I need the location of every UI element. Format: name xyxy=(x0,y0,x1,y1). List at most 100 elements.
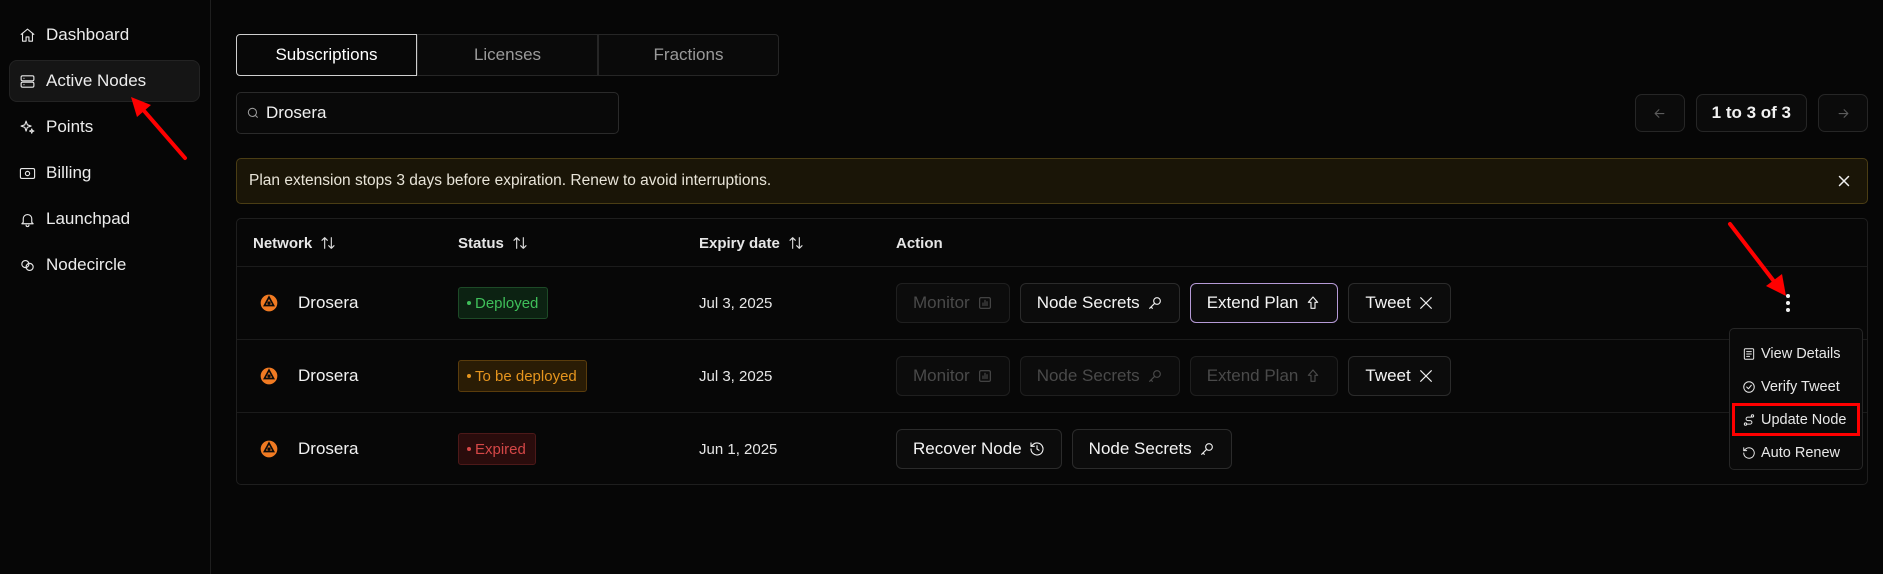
row-options-menu: View Details Verify Tweet Update Node Au… xyxy=(1729,328,1863,470)
column-header-network[interactable]: Network xyxy=(253,219,336,267)
network-cell: Drosera xyxy=(259,267,358,339)
search-icon xyxy=(247,107,259,119)
drosera-logo-icon xyxy=(260,294,278,312)
expiry-date: Jul 3, 2025 xyxy=(699,367,773,385)
key-icon xyxy=(1148,297,1161,309)
table-row: Drosera To be deployed Jul 3, 2025 Monit… xyxy=(237,340,1867,413)
network-cell: Drosera xyxy=(259,340,358,412)
menu-item-label: Update Node xyxy=(1761,411,1847,428)
table-row: Drosera Expired Jun 1, 2025 Recover Node… xyxy=(237,413,1867,486)
status-cell: Expired xyxy=(458,413,536,485)
arrow-up-icon xyxy=(1308,369,1319,382)
next-page-button[interactable] xyxy=(1818,94,1868,132)
network-name: Drosera xyxy=(298,366,359,385)
node-secrets-button[interactable]: Node Secrets xyxy=(1071,429,1232,469)
sort-icon xyxy=(789,237,803,249)
menu-item-label: Auto Renew xyxy=(1761,444,1840,461)
table-row: Drosera Deployed Jul 3, 2025 Monitor Nod… xyxy=(237,267,1867,340)
banknote-icon xyxy=(18,164,36,182)
chart-icon xyxy=(978,297,991,309)
bell-icon xyxy=(18,210,36,228)
action-cell: Recover Node Node Secrets xyxy=(896,413,1242,485)
sidebar-item-dashboard[interactable]: Dashboard xyxy=(9,14,200,56)
column-header-status[interactable]: Status xyxy=(458,219,528,267)
status-cell: To be deployed xyxy=(458,340,587,412)
status-badge: Expired xyxy=(458,433,536,465)
network-name: Drosera xyxy=(298,439,359,458)
row-options-button[interactable] xyxy=(1777,291,1799,315)
menu-item-auto-renew[interactable]: Auto Renew xyxy=(1730,436,1862,469)
alert-text: Plan extension stops 3 days before expir… xyxy=(249,172,772,189)
sidebar-item-label: Points xyxy=(46,117,94,136)
check-circle-icon xyxy=(1743,380,1755,393)
menu-item-view-details[interactable]: View Details xyxy=(1730,337,1862,370)
drosera-logo-icon xyxy=(260,440,278,458)
alert-close-button[interactable] xyxy=(1835,172,1853,190)
tweet-button[interactable]: Tweet xyxy=(1348,356,1451,396)
pagination-summary: 1 to 3 of 3 xyxy=(1695,94,1807,132)
tweet-button[interactable]: Tweet xyxy=(1348,283,1451,323)
menu-item-update-node[interactable]: Update Node xyxy=(1732,403,1860,436)
x-logo-icon xyxy=(1419,297,1432,309)
table-header: Network Status Expiry date Action xyxy=(237,219,1867,267)
extend-plan-button[interactable]: Extend Plan xyxy=(1189,356,1339,396)
sidebar-item-label: Nodecircle xyxy=(46,255,127,274)
menu-item-verify-tweet[interactable]: Verify Tweet xyxy=(1730,370,1862,403)
sidebar-item-nodecircle[interactable]: Nodecircle xyxy=(9,244,200,286)
action-cell: Monitor Node Secrets Extend Plan Tweet xyxy=(896,340,1461,412)
sidebar-item-label: Launchpad xyxy=(46,209,131,228)
prev-page-button[interactable] xyxy=(1634,94,1685,132)
action-cell: Monitor Node Secrets Extend Plan Tweet xyxy=(896,267,1461,339)
history-icon xyxy=(1030,442,1044,456)
column-header-label: Status xyxy=(458,234,504,252)
chart-icon xyxy=(978,370,991,382)
status-badge: To be deployed xyxy=(458,360,587,392)
key-icon xyxy=(1148,370,1161,382)
node-secrets-button[interactable]: Node Secrets xyxy=(1019,283,1180,323)
monitor-button[interactable]: Monitor xyxy=(896,283,1010,323)
search-box xyxy=(236,92,619,134)
close-icon xyxy=(1838,175,1850,187)
tab-bar: Subscriptions Licenses Fractions xyxy=(236,34,779,76)
rotate-ccw-icon xyxy=(1743,446,1755,459)
drosera-logo-icon xyxy=(260,367,278,385)
expiry-date: Jun 1, 2025 xyxy=(699,440,778,458)
network-cell: Drosera xyxy=(259,413,358,485)
expiry-cell: Jul 3, 2025 xyxy=(699,340,772,412)
server-icon xyxy=(18,72,36,90)
arrow-right-icon xyxy=(1838,108,1848,118)
plan-extension-alert: Plan extension stops 3 days before expir… xyxy=(236,158,1868,204)
sidebar: Dashboard Active Nodes Points Billing La… xyxy=(0,0,211,574)
tab-fractions[interactable]: Fractions xyxy=(598,34,779,76)
node-secrets-button[interactable]: Node Secrets xyxy=(1019,356,1180,396)
x-logo-icon xyxy=(1419,370,1432,382)
monitor-button[interactable]: Monitor xyxy=(896,356,1010,396)
route-icon xyxy=(1743,413,1755,426)
tab-subscriptions[interactable]: Subscriptions xyxy=(236,34,417,76)
sidebar-item-billing[interactable]: Billing xyxy=(9,152,200,194)
expiry-cell: Jul 3, 2025 xyxy=(699,267,772,339)
column-header-expiry[interactable]: Expiry date xyxy=(699,219,804,267)
sidebar-item-active-nodes[interactable]: Active Nodes xyxy=(9,60,200,102)
sidebar-item-label: Billing xyxy=(46,163,92,182)
tab-licenses[interactable]: Licenses xyxy=(417,34,598,76)
sidebar-item-launchpad[interactable]: Launchpad xyxy=(9,198,200,240)
menu-item-label: View Details xyxy=(1761,345,1841,362)
status-badge: Deployed xyxy=(458,287,549,319)
search-input[interactable] xyxy=(266,103,596,123)
pagination: 1 to 3 of 3 xyxy=(1634,94,1868,132)
extend-plan-button[interactable]: Extend Plan xyxy=(1189,283,1339,323)
sparkles-icon xyxy=(18,118,36,136)
expiry-cell: Jun 1, 2025 xyxy=(699,413,777,485)
recover-node-button[interactable]: Recover Node xyxy=(896,429,1062,469)
sort-icon xyxy=(321,237,335,249)
column-header-label: Network xyxy=(253,234,313,252)
sidebar-item-points[interactable]: Points xyxy=(9,106,200,148)
arrow-up-icon xyxy=(1308,296,1319,309)
column-header-action: Action xyxy=(896,234,943,252)
arrow-left-icon xyxy=(1654,108,1665,118)
sidebar-item-label: Dashboard xyxy=(46,25,130,44)
main-content: Subscriptions Licenses Fractions 1 to 3 … xyxy=(236,0,1868,574)
sidebar-item-label: Active Nodes xyxy=(46,71,147,90)
document-icon xyxy=(1743,347,1755,360)
